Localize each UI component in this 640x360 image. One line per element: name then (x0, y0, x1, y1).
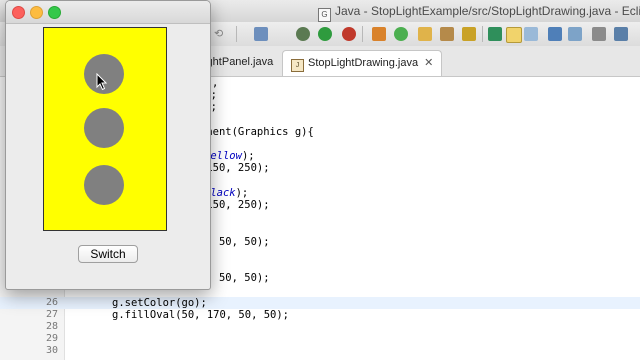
line-number: 29 (45, 333, 58, 345)
undo-icon[interactable]: ⟲ (214, 27, 228, 41)
toolbar-separator (236, 26, 237, 42)
middle-lamp (84, 108, 124, 148)
code-text: onent(Graphics g){ (200, 125, 314, 138)
code-text: g.fillOval(50, 170, 50, 50); (112, 308, 290, 321)
toolbar-separator (482, 26, 483, 42)
search-icon[interactable] (440, 27, 454, 41)
code-text: , (212, 77, 219, 89)
new-package-icon[interactable] (394, 27, 408, 41)
external-tools-icon[interactable] (342, 27, 356, 41)
back-icon[interactable] (614, 27, 628, 41)
line-number: 27 (45, 308, 58, 320)
mouse-cursor-icon (96, 73, 108, 91)
code-text: g.setColor(go); (112, 296, 207, 309)
pencil-icon[interactable] (462, 27, 476, 41)
switch-button[interactable]: Switch (78, 245, 138, 263)
line-number: 26 (45, 296, 58, 308)
line-number: 28 (45, 321, 58, 332)
code-line: 27 g.fillOval(50, 170, 50, 50); (0, 309, 640, 321)
debug-icon[interactable] (296, 27, 310, 41)
close-tab-icon[interactable]: ✕ (424, 57, 433, 69)
new-class-icon[interactable] (372, 27, 386, 41)
toolbar-separator (362, 26, 363, 42)
bottom-lamp (84, 165, 124, 205)
open-folder-icon[interactable] (418, 27, 432, 41)
pin-icon[interactable] (524, 27, 538, 41)
code-token: ); (241, 150, 255, 163)
next-annotation-icon[interactable] (488, 27, 502, 41)
code-text: yellow); (204, 150, 255, 162)
eclipse-title-text: Java - StopLightExample/src/StopLightDra… (335, 4, 640, 18)
tab-label: StopLightDrawing.java (308, 57, 419, 69)
code-token: ); (235, 186, 249, 199)
forward-icon[interactable] (592, 27, 606, 41)
maximize-window-button[interactable] (48, 6, 61, 19)
code-line: 30 (0, 345, 640, 357)
stoplight-app-window: Switch (5, 0, 211, 290)
code-token: ; (210, 89, 217, 102)
mark-occurrences-icon[interactable] (506, 27, 522, 43)
eclipse-window-title: G Java - StopLightExample/src/StopLightDr… (318, 4, 640, 22)
code-token: ; (210, 101, 217, 114)
block-selection-icon[interactable] (568, 27, 582, 41)
line-number: 30 (45, 345, 58, 357)
minimize-window-button[interactable] (30, 6, 43, 19)
outline-icon[interactable] (254, 27, 268, 41)
show-whitespace-icon[interactable] (548, 27, 562, 41)
app-titlebar (6, 1, 210, 24)
java-file-icon: J (291, 59, 304, 72)
tab-stoplightdrawing[interactable]: J StopLightDrawing.java ✕ (282, 50, 443, 76)
code-line: 28 (0, 321, 640, 333)
close-window-button[interactable] (12, 6, 25, 19)
run-icon[interactable] (318, 27, 332, 41)
code-line: 26 g.setColor(go); (0, 296, 640, 309)
code-line: 29 (0, 333, 640, 345)
stoplight-panel (43, 27, 167, 231)
document-icon: G (318, 8, 331, 22)
